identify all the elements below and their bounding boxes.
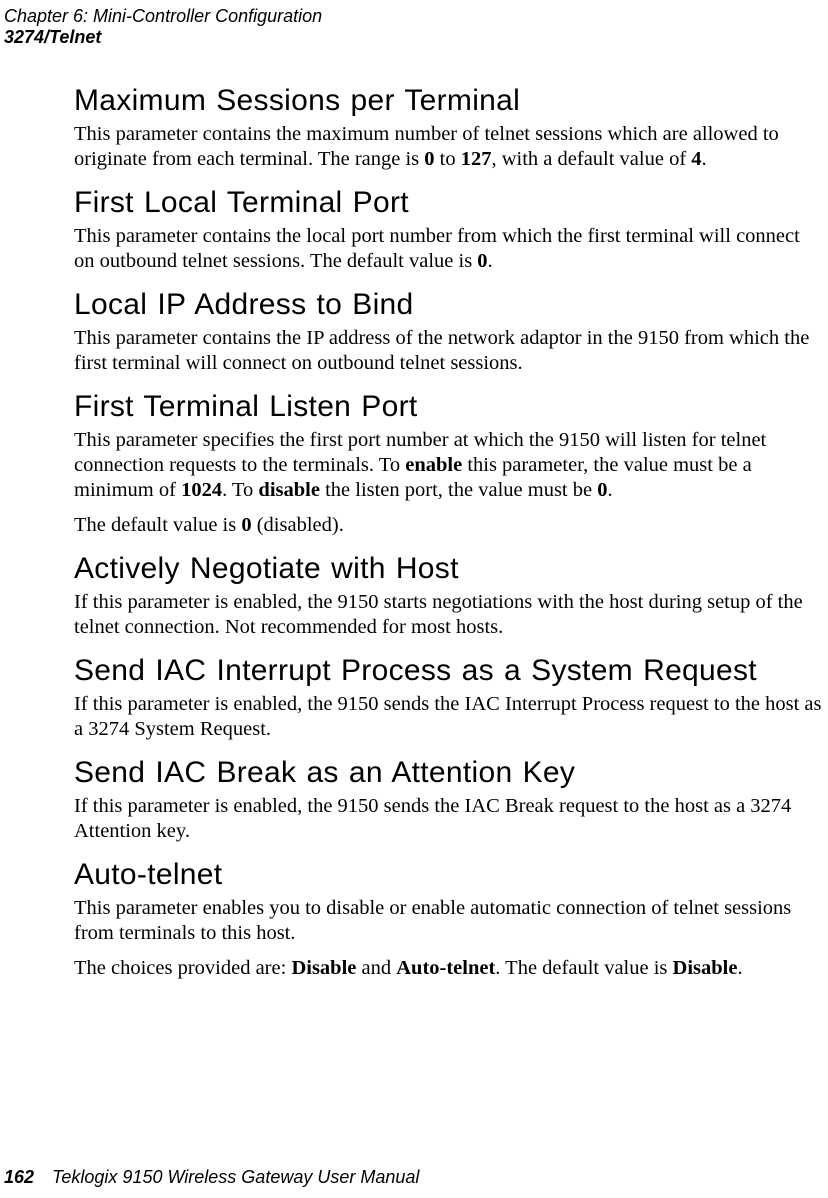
heading-iac-interrupt: Send IAC Interrupt Process as a System R… (74, 654, 822, 688)
text: . (702, 148, 707, 170)
paragraph: If this parameter is enabled, the 9150 s… (74, 794, 822, 844)
choice-auto-telnet: Auto-telnet (396, 957, 495, 979)
paragraph: The choices provided are: Disable and Au… (74, 956, 822, 981)
text: (disabled). (252, 514, 344, 536)
paragraph: This parameter enables you to disable or… (74, 896, 822, 946)
paragraph: This parameter contains the IP address o… (74, 326, 822, 376)
page-number: 162 (4, 1167, 34, 1187)
heading-auto-telnet: Auto-telnet (74, 858, 822, 892)
paragraph: This parameter specifies the first port … (74, 428, 822, 503)
heading-actively-negotiate: Actively Negotiate with Host (74, 552, 822, 586)
value-range-min: 0 (424, 148, 434, 170)
header-chapter: Chapter 6: Mini-Controller Configuration (4, 6, 322, 27)
text: the listen port, the value must be (320, 479, 597, 501)
value-zero: 0 (597, 479, 607, 501)
paragraph: This parameter contains the local port n… (74, 224, 822, 274)
running-header: Chapter 6: Mini-Controller Configuration… (4, 6, 322, 47)
choice-disable: Disable (291, 957, 356, 979)
footer-title: Teklogix 9150 Wireless Gateway User Manu… (52, 1167, 419, 1187)
text: This parameter contains the local port n… (74, 225, 800, 272)
text: . (737, 957, 742, 979)
text: and (356, 957, 396, 979)
text: . To (222, 479, 258, 501)
value-default: Disable (673, 957, 738, 979)
text: , with a default value of (491, 148, 691, 170)
text: . The default value is (495, 957, 672, 979)
content-area: Maximum Sessions per Terminal This param… (74, 70, 822, 991)
paragraph: The default value is 0 (disabled). (74, 513, 822, 538)
text: The choices provided are: (74, 957, 291, 979)
heading-max-sessions: Maximum Sessions per Terminal (74, 84, 822, 118)
value-default: 0 (241, 514, 251, 536)
heading-first-local-port: First Local Terminal Port (74, 186, 822, 220)
heading-iac-break: Send IAC Break as an Attention Key (74, 756, 822, 790)
keyword-enable: enable (405, 454, 462, 476)
paragraph: This parameter contains the maximum numb… (74, 122, 822, 172)
text: The default value is (74, 514, 241, 536)
header-section: 3274/Telnet (4, 27, 322, 48)
text: . (607, 479, 612, 501)
page-footer: 162 Teklogix 9150 Wireless Gateway User M… (4, 1167, 419, 1188)
paragraph: If this parameter is enabled, the 9150 s… (74, 692, 822, 742)
paragraph: If this parameter is enabled, the 9150 s… (74, 590, 822, 640)
value-default: 0 (477, 250, 487, 272)
heading-local-ip-bind: Local IP Address to Bind (74, 288, 822, 322)
heading-first-listen-port: First Terminal Listen Port (74, 390, 822, 424)
text: to (435, 148, 461, 170)
text: . (488, 250, 493, 272)
keyword-disable: disable (258, 479, 320, 501)
value-min: 1024 (181, 479, 222, 501)
value-range-max: 127 (461, 148, 492, 170)
page: Chapter 6: Mini-Controller Configuration… (0, 0, 828, 1198)
value-default: 4 (691, 148, 701, 170)
